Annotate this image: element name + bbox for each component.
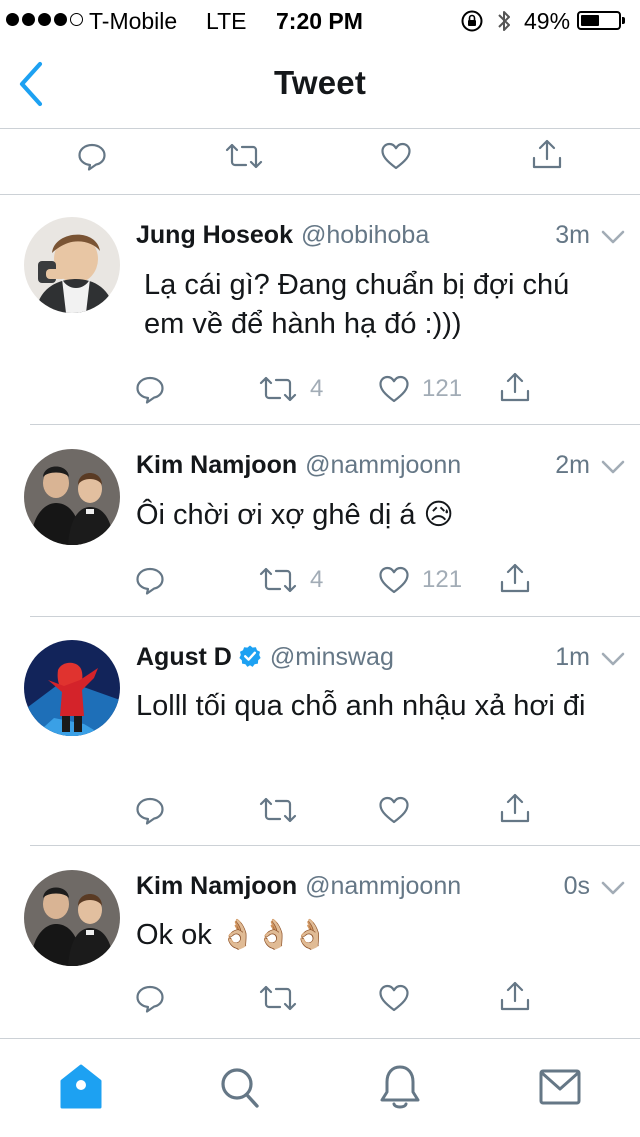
share-button[interactable] — [498, 365, 532, 409]
reply-tweet[interactable]: Kim Namjoon @nammjoonn 0s Ok ok 👌🏼👌🏼👌🏼 — [0, 846, 640, 1038]
tweet-header: Jung Hoseok @hobihoba 3m — [136, 221, 640, 255]
tweet-text: Lạ cái gì? Đang chuẩn bị đợi chú em về đ… — [144, 269, 570, 340]
notifications-icon[interactable] — [378, 1063, 422, 1111]
display-name[interactable]: Agust D — [136, 643, 232, 671]
tweet-header: Kim Namjoon @nammjoonn 2m — [136, 451, 640, 485]
tweet-actions — [0, 976, 640, 1020]
reply-button[interactable] — [134, 976, 166, 1020]
share-button[interactable] — [498, 556, 532, 600]
tweet-header: Agust D @minswag 1m — [136, 643, 640, 677]
tweet-header: Kim Namjoon @nammjoonn 0s — [136, 872, 640, 906]
display-name[interactable]: Kim Namjoon — [136, 872, 297, 900]
like-button[interactable]: 121 — [378, 558, 462, 602]
user-handle[interactable]: @minswag — [270, 643, 394, 671]
messages-icon[interactable] — [538, 1063, 582, 1111]
timestamp: 0s — [563, 872, 590, 900]
user-handle[interactable]: @hobihoba — [301, 221, 429, 249]
tweet-text: Lolll tối qua chỗ anh nhậu xả hơi đi — [136, 690, 586, 722]
tweet-actions: 4 121 — [0, 367, 640, 411]
user-handle[interactable]: @nammjoonn — [305, 451, 461, 479]
battery-percent: 49% — [524, 8, 571, 34]
retweet-button[interactable] — [258, 976, 310, 1020]
nav-bar: Tweet — [0, 40, 640, 129]
timestamp: 2m — [555, 451, 590, 479]
share-button[interactable] — [498, 974, 532, 1018]
tweet-actions — [0, 788, 640, 832]
battery-icon — [577, 11, 621, 30]
user-handle[interactable]: @nammjoonn — [305, 872, 461, 900]
clock: 7:20 PM — [276, 8, 363, 34]
tweet-actions: 4 121 — [0, 558, 640, 602]
timestamp: 3m — [555, 221, 590, 249]
display-name[interactable]: Jung Hoseok — [136, 221, 293, 249]
tweet-text: Ok ok 👌🏼👌🏼👌🏼 — [136, 919, 329, 951]
like-button[interactable]: 121 — [378, 367, 462, 411]
main-tweet-actions — [0, 128, 640, 195]
timestamp: 1m — [555, 643, 590, 671]
retweet-button[interactable]: 4 — [258, 367, 323, 411]
display-name[interactable]: Kim Namjoon — [136, 451, 297, 479]
retweet-button[interactable]: 4 — [258, 558, 323, 602]
reply-button[interactable] — [134, 367, 166, 411]
chevron-down-icon[interactable] — [600, 878, 626, 898]
avatar[interactable] — [24, 217, 120, 313]
avatar[interactable] — [24, 640, 120, 736]
reply-button[interactable] — [134, 558, 166, 602]
signal-strength-icon — [6, 13, 83, 26]
carrier-label: T-Mobile — [89, 8, 178, 34]
retweet-count: 4 — [310, 566, 324, 593]
status-bar: T-Mobile LTE 7:20 PM 49% — [0, 0, 640, 40]
chevron-down-icon[interactable] — [600, 457, 626, 477]
like-count: 121 — [422, 375, 463, 402]
page-title: Tweet — [273, 64, 367, 101]
reply-tweet[interactable]: Jung Hoseok @hobihoba 3m Lạ cái gì? Đang … — [0, 195, 640, 425]
retweet-count: 4 — [310, 375, 324, 402]
share-button[interactable] — [530, 132, 564, 176]
orientation-lock-icon — [460, 9, 484, 33]
share-button[interactable] — [498, 786, 532, 830]
like-button[interactable] — [378, 976, 422, 1020]
tab-bar — [0, 1038, 640, 1137]
like-count: 121 — [422, 566, 463, 593]
home-icon[interactable] — [59, 1063, 103, 1111]
reply-tweet[interactable]: Agust D @minswag 1m Lolll tối qua chỗ anh… — [0, 617, 640, 846]
verified-badge-icon — [238, 644, 262, 668]
reply-button[interactable] — [134, 788, 166, 832]
retweet-button[interactable] — [224, 134, 264, 178]
like-button[interactable] — [378, 788, 422, 832]
reply-button[interactable] — [76, 134, 108, 178]
avatar[interactable] — [24, 870, 120, 966]
retweet-button[interactable] — [258, 788, 310, 832]
chevron-down-icon[interactable] — [600, 227, 626, 247]
reply-tweet[interactable]: Kim Namjoon @nammjoonn 2m Ôi chời ơi xợ g… — [0, 425, 640, 617]
tweet-text: Ôi chời ơi xợ ghê dị á 😥 — [136, 499, 454, 531]
bluetooth-icon — [495, 8, 513, 34]
search-icon[interactable] — [218, 1063, 262, 1111]
avatar[interactable] — [24, 449, 120, 545]
like-button[interactable] — [380, 134, 412, 178]
chevron-down-icon[interactable] — [600, 649, 626, 669]
network-label: LTE — [206, 8, 247, 34]
